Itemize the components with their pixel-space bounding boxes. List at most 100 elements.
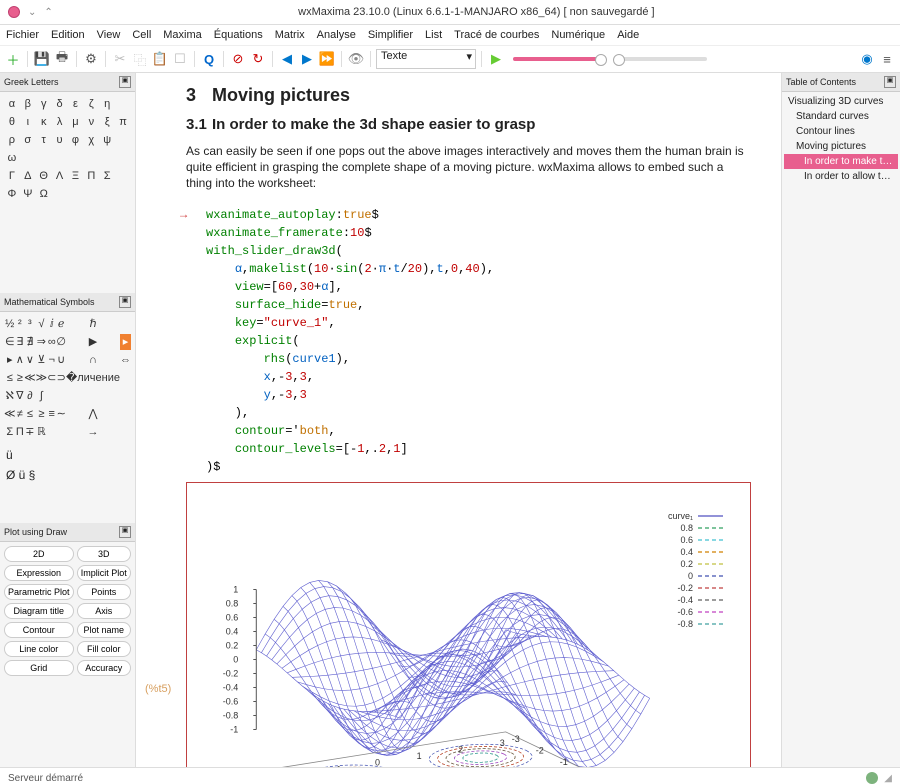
- plot-panel-header[interactable]: Plot using Draw▣: [0, 523, 135, 542]
- mathsym-cell[interactable]: √: [36, 316, 48, 332]
- menu-numérique[interactable]: Numérique: [551, 29, 605, 41]
- greek-cell[interactable]: η: [99, 96, 115, 112]
- plot-output[interactable]: (%t5) -1-0.8-0.6-0.4-0.200.20.40.60.81-3…: [186, 482, 751, 767]
- mathsym-cell[interactable]: ≥: [36, 406, 48, 422]
- mathsym-cell[interactable]: ⋀: [66, 406, 120, 422]
- add-icon[interactable]: ＋: [4, 50, 22, 68]
- mathsym-cell[interactable]: ∧: [16, 352, 25, 368]
- mathsym-cell[interactable]: ≥: [16, 370, 25, 386]
- mathsym-cell[interactable]: ≪: [24, 370, 36, 386]
- plot-btn-grid[interactable]: Grid: [4, 660, 74, 676]
- toc-item[interactable]: Standard curves: [784, 109, 898, 124]
- mathsym-cell[interactable]: ℏ: [66, 316, 120, 332]
- greek-cell[interactable]: Ω: [36, 186, 52, 202]
- close-icon[interactable]: ▣: [119, 526, 131, 538]
- greek-cell[interactable]: Δ: [20, 168, 36, 184]
- mathsym-cell[interactable]: Σ: [4, 424, 16, 440]
- mathsym-cell[interactable]: Π: [16, 424, 25, 440]
- greek-cell[interactable]: Γ: [4, 168, 20, 184]
- chevron-up-icon[interactable]: ⌃: [44, 7, 52, 18]
- greek-cell[interactable]: χ: [83, 132, 99, 148]
- greek-cell[interactable]: ω: [4, 150, 20, 166]
- mathsym-cell[interactable]: ∼: [56, 406, 66, 422]
- mathsym-cell[interactable]: ∪: [56, 352, 66, 368]
- restart-icon[interactable]: ↻: [249, 50, 267, 68]
- menu-view[interactable]: View: [97, 29, 121, 41]
- greek-cell[interactable]: σ: [20, 132, 36, 148]
- greek-cell[interactable]: β: [20, 96, 36, 112]
- run-icon[interactable]: ▶: [298, 50, 316, 68]
- save-icon[interactable]: 💾: [33, 50, 51, 68]
- plot-btn-plot-name[interactable]: Plot name: [77, 622, 131, 638]
- mathsym-cell[interactable]: ∫: [36, 388, 48, 404]
- menu-fichier[interactable]: Fichier: [6, 29, 39, 41]
- mathsym-cell[interactable]: �личение: [66, 370, 120, 386]
- mathsym-cell[interactable]: ²: [16, 316, 25, 332]
- toc-item[interactable]: Visualizing 3D curves: [784, 94, 898, 109]
- search-icon[interactable]: Q: [200, 50, 218, 68]
- greek-cell[interactable]: ε: [68, 96, 84, 112]
- select-icon[interactable]: ☐: [171, 50, 189, 68]
- greek-cell[interactable]: Φ: [4, 186, 20, 202]
- menu-équations[interactable]: Équations: [214, 29, 263, 41]
- mathsym-cell[interactable]: ⅈ: [47, 316, 56, 332]
- greek-cell[interactable]: μ: [68, 114, 84, 130]
- greek-cell[interactable]: λ: [52, 114, 68, 130]
- plot-btn-3d[interactable]: 3D: [77, 546, 131, 562]
- toc-item[interactable]: In order to make the 3d s…: [784, 154, 898, 169]
- greek-cell[interactable]: π: [115, 114, 131, 130]
- paste-icon[interactable]: 📋: [151, 50, 169, 68]
- menu-tracé de courbes[interactable]: Tracé de courbes: [454, 29, 539, 41]
- greek-cell[interactable]: ρ: [4, 132, 20, 148]
- style-select[interactable]: Texte▾: [376, 49, 476, 69]
- mathsym-cell[interactable]: ℝ: [36, 424, 48, 440]
- menu-list[interactable]: List: [425, 29, 442, 41]
- mathsym-cell[interactable]: ∇: [16, 388, 25, 404]
- greek-cell[interactable]: φ: [68, 132, 84, 148]
- greek-cell[interactable]: ι: [20, 114, 36, 130]
- mathsym-cell[interactable]: ³: [24, 316, 36, 332]
- toc-item[interactable]: Moving pictures: [784, 139, 898, 154]
- greek-cell[interactable]: δ: [52, 96, 68, 112]
- user-symbol-1[interactable]: ü: [6, 448, 13, 462]
- mathsym-cell[interactable]: ⊻: [36, 352, 48, 368]
- mathsym-cell[interactable]: ≤: [4, 370, 16, 386]
- plot-btn-contour[interactable]: Contour: [4, 622, 74, 638]
- menu-simplifier[interactable]: Simplifier: [368, 29, 413, 41]
- menu-icon[interactable]: ≡: [878, 50, 896, 68]
- mathsym-cell[interactable]: →: [66, 424, 120, 440]
- forward-icon[interactable]: ⏩: [318, 50, 336, 68]
- menu-analyse[interactable]: Analyse: [317, 29, 356, 41]
- greek-cell[interactable]: ψ: [99, 132, 115, 148]
- plot-btn-axis[interactable]: Axis: [77, 603, 131, 619]
- greek-cell[interactable]: τ: [36, 132, 52, 148]
- close-icon[interactable]: ▣: [884, 76, 896, 88]
- mathsym-cell[interactable]: ∓: [24, 424, 36, 440]
- toc-item[interactable]: In order to allow to read …: [784, 169, 898, 184]
- plot-btn-implicit-plot[interactable]: Implicit Plot: [77, 565, 131, 581]
- back-icon[interactable]: ◀: [278, 50, 296, 68]
- mathsym-cell[interactable]: ∂: [24, 388, 36, 404]
- mathsym-cell[interactable]: ≤: [24, 406, 36, 422]
- close-icon[interactable]: ▣: [119, 296, 131, 308]
- mathsym-cell[interactable]: ½: [4, 316, 16, 332]
- chevron-down-icon[interactable]: ⌄: [28, 7, 36, 18]
- greek-cell[interactable]: υ: [52, 132, 68, 148]
- options-icon[interactable]: ⚙: [82, 50, 100, 68]
- mathsym-cell[interactable]: ▸: [4, 352, 16, 368]
- play-icon[interactable]: ▶: [487, 50, 505, 68]
- mathsym-cell[interactable]: ⊂: [47, 370, 56, 386]
- toc-panel-header[interactable]: Table of Contents▣: [782, 73, 900, 92]
- mathsym-cell[interactable]: ∩: [66, 352, 120, 368]
- mathsym-panel-header[interactable]: Mathematical Symbols▣: [0, 293, 135, 312]
- plot-btn-accuracy[interactable]: Accuracy: [77, 660, 131, 676]
- print-icon[interactable]: 🖶: [53, 50, 71, 68]
- plot-btn-diagram-title[interactable]: Diagram title: [4, 603, 74, 619]
- speed-slider[interactable]: [617, 57, 707, 61]
- mathsym-cell[interactable]: ∅: [56, 334, 66, 350]
- code-cell[interactable]: →wxanimate_autoplay:true$ wxanimate_fram…: [206, 206, 751, 476]
- mathsym-cell[interactable]: ⇔: [120, 352, 131, 368]
- hide-icon[interactable]: 👁: [347, 50, 365, 68]
- target-icon[interactable]: ◉: [858, 50, 876, 68]
- mathsym-cell[interactable]: ∞: [47, 334, 56, 350]
